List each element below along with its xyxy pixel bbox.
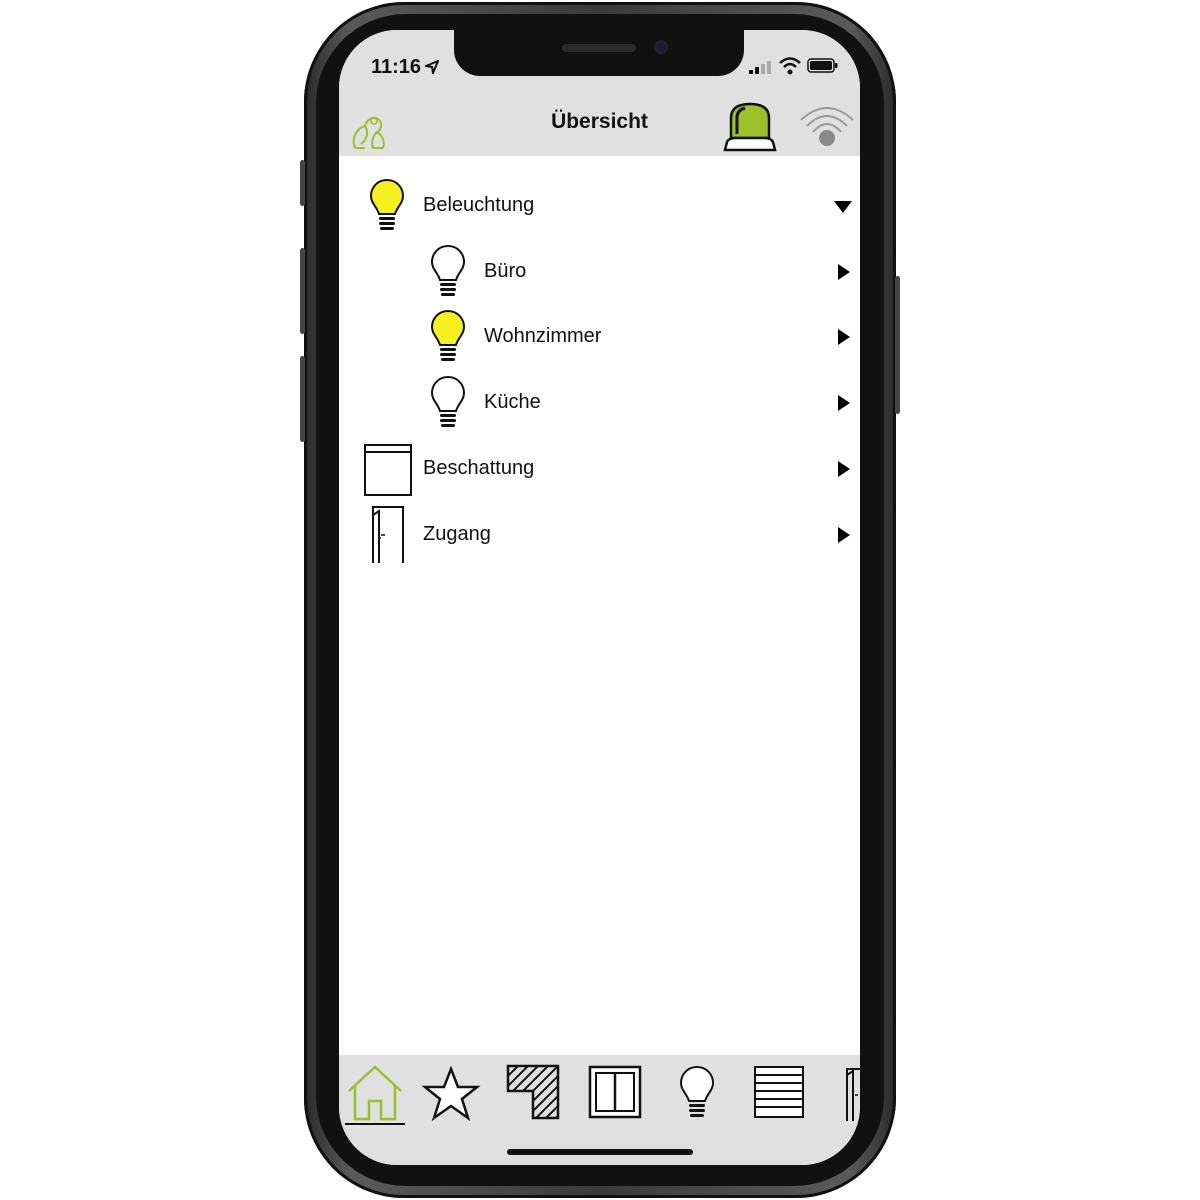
door-icon	[372, 506, 404, 563]
chevron-right-icon	[838, 329, 850, 345]
chevron-right-icon	[838, 395, 850, 411]
selected-tab-underline	[345, 1123, 405, 1125]
notch	[454, 30, 744, 76]
home-indicator[interactable]	[507, 1149, 693, 1155]
cellular-signal-icon	[749, 61, 771, 74]
hatched-square-icon	[506, 1064, 560, 1120]
wifi-connection-icon[interactable]	[797, 100, 857, 148]
bulb-off-icon	[430, 244, 466, 296]
bulb-on-icon	[369, 178, 405, 230]
location-icon	[425, 60, 439, 74]
menu-item-label: Büro	[484, 260, 527, 282]
mute-switch	[300, 160, 305, 206]
tab-home[interactable]	[345, 1061, 405, 1125]
menu-item-wohnzimmer[interactable]: Wohnzimmer	[339, 307, 860, 367]
menu-item-kueche[interactable]: Küche	[339, 373, 860, 433]
chevron-right-icon	[838, 264, 850, 280]
status-time: 11:16	[371, 56, 422, 78]
chevron-right-icon	[838, 527, 850, 543]
blinds-icon	[754, 1066, 804, 1118]
tab-lighting[interactable]	[667, 1061, 727, 1125]
speaker-grill	[562, 44, 636, 52]
bulb-off-icon	[430, 375, 466, 427]
shade-icon	[364, 444, 412, 496]
star-icon	[421, 1065, 481, 1122]
tab-access[interactable]	[833, 1061, 860, 1125]
front-camera	[654, 40, 668, 54]
menu-item-buero[interactable]: Büro	[339, 242, 860, 302]
chevron-down-icon	[834, 201, 852, 213]
tab-windows[interactable]	[585, 1061, 645, 1125]
volume-up-button	[300, 248, 305, 334]
menu-item-label: Zugang	[423, 523, 491, 545]
bulb-icon	[679, 1065, 715, 1117]
status-bar: 11:16	[339, 30, 860, 100]
menu-item-label: Küche	[484, 391, 541, 413]
screen: 11:16 Übersicht Beleuchtung Büro Wohnzim…	[339, 30, 860, 1165]
window-icon	[588, 1065, 642, 1119]
menu-item-label: Beschattung	[423, 457, 535, 479]
menu-item-zugang[interactable]: Zugang	[339, 505, 860, 565]
page-title: Übersicht	[551, 110, 648, 133]
menu-item-beschattung[interactable]: Beschattung	[339, 439, 860, 499]
menu-item-label: Wohnzimmer	[484, 325, 602, 347]
nav-bar: Übersicht	[339, 100, 860, 156]
tab-rooms[interactable]	[503, 1061, 563, 1125]
alarm-siren-icon[interactable]	[721, 100, 779, 156]
door-icon	[846, 1068, 860, 1121]
volume-down-button	[300, 356, 305, 442]
wifi-status-icon	[779, 57, 801, 75]
tab-shading[interactable]	[749, 1061, 809, 1125]
tab-favorites[interactable]	[421, 1061, 481, 1125]
menu-item-beleuchtung[interactable]: Beleuchtung	[339, 176, 860, 236]
battery-icon	[807, 58, 838, 73]
power-button	[895, 276, 900, 414]
chevron-right-icon	[838, 461, 850, 477]
home-icon	[348, 1065, 402, 1121]
menu-item-label: Beleuchtung	[423, 194, 535, 216]
bulb-on-icon	[430, 309, 466, 361]
